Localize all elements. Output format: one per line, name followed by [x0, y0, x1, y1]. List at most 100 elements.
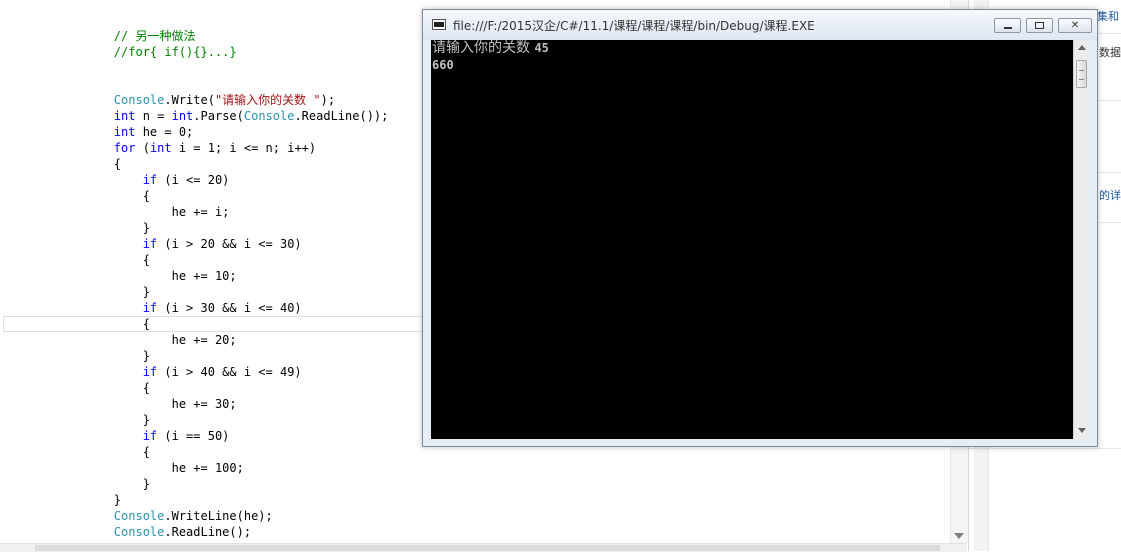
console-scrollbar[interactable] [1073, 40, 1089, 439]
code-token: } [142, 413, 150, 427]
code-token: "请输入你的关数 " [214, 93, 321, 107]
code-token: Console [113, 509, 165, 523]
code-token: int [149, 141, 172, 155]
code-token: { [142, 445, 150, 459]
code-token: if [142, 365, 158, 379]
scroll-thumb[interactable] [35, 545, 940, 551]
close-button[interactable]: ✕ [1058, 18, 1092, 33]
code-token: (i > 30 && i <= 40) [157, 301, 302, 315]
code-token: (i > 20 && i <= 30) [157, 237, 302, 251]
console-scroll-thumb[interactable] [1076, 60, 1087, 88]
code-line: int he = 0; [56, 124, 193, 140]
side-link-1[interactable]: 集和 [1097, 8, 1119, 24]
minimize-button[interactable] [994, 18, 1021, 33]
code-token: he += 100; [171, 461, 244, 475]
console-title: file:///F:/2015汉企/C#/11.1/课程/课程/课程/bin/D… [453, 19, 815, 33]
code-token: } [113, 493, 122, 507]
code-token: if [142, 301, 158, 315]
code-token: { [142, 317, 150, 331]
console-prompt-text: 请输入你的关数 [432, 40, 535, 56]
triangle-up-icon[interactable] [1078, 45, 1086, 50]
code-token: Console [113, 93, 165, 107]
code-token: i = 1; i <= n; i++) [171, 141, 317, 155]
code-token: ( [135, 141, 150, 155]
code-token: .ReadLine(); [164, 525, 252, 539]
code-line: { [56, 380, 150, 396]
console-output-value: 660 [432, 58, 454, 72]
code-line: if (i == 50) [56, 428, 230, 444]
triangle-down-icon[interactable] [1078, 428, 1086, 433]
code-line: } [56, 284, 150, 300]
code-token: } [142, 221, 150, 235]
maximize-button[interactable] [1026, 18, 1053, 33]
code-token: for [113, 141, 136, 155]
console-output-area[interactable]: 请输入你的关数 45 660 [431, 40, 1073, 439]
console-input-value: 45 [534, 41, 549, 55]
code-line: he += 30; [56, 396, 237, 412]
code-token: if [142, 429, 158, 443]
code-token: { [142, 189, 150, 203]
code-token: .Write( [164, 93, 215, 107]
code-token: he += 20; [171, 333, 237, 347]
code-token: Console [113, 525, 165, 539]
code-line: he += 100; [56, 460, 244, 476]
side-link-4[interactable]: 的详 [1099, 187, 1121, 203]
code-line: he += 10; [56, 268, 237, 284]
code-token: n = [135, 109, 172, 123]
console-title-bar[interactable]: file:///F:/2015汉企/C#/11.1/课程/课程/课程/bin/D… [423, 10, 1097, 40]
code-token: { [142, 253, 150, 267]
code-line: int n = int.Parse(Console.ReadLine()); [56, 108, 389, 124]
scroll-down-icon[interactable] [954, 533, 964, 539]
code-line: if (i > 30 && i <= 40) [56, 300, 302, 316]
code-token: // 另一种做法 [113, 29, 196, 43]
side-text-2: 数据 [1099, 46, 1121, 59]
code-line: Console.WriteLine(he); [56, 508, 273, 524]
code-line: } [56, 220, 150, 236]
code-line: for (int i = 1; i <= n; i++) [56, 140, 316, 156]
code-line: { [56, 156, 121, 172]
code-token: ); [320, 93, 336, 107]
code-token: } [142, 349, 150, 363]
console-output-line: 660 [432, 57, 454, 73]
code-token: int [171, 109, 194, 123]
code-line: //for{ if(){}...} [56, 44, 237, 60]
code-token: he = 0; [135, 125, 194, 139]
console-window[interactable]: file:///F:/2015汉企/C#/11.1/课程/课程/课程/bin/D… [422, 9, 1098, 447]
console-app-icon[interactable] [432, 19, 446, 30]
console-prompt-line: 请输入你的关数 45 [432, 40, 549, 56]
code-line: // 另一种做法 [56, 28, 196, 44]
code-token: .ReadLine()); [294, 109, 389, 123]
code-token: he += 30; [171, 397, 237, 411]
code-line: { [56, 252, 150, 268]
minimize-icon [1004, 27, 1012, 29]
code-line: { [56, 444, 150, 460]
code-line: Console.Write("请输入你的关数 "); [56, 92, 335, 108]
code-token: Console [243, 109, 295, 123]
code-line: Console.ReadLine(); [56, 524, 251, 540]
